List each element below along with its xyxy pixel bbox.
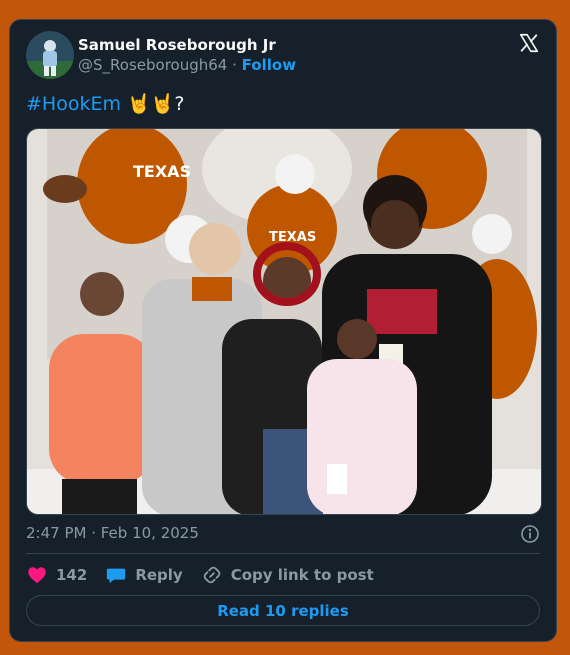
reply-label: Reply [135, 566, 183, 584]
read-replies-button[interactable]: Read 10 replies [26, 595, 540, 626]
link-icon [203, 566, 220, 584]
avatar[interactable] [26, 31, 74, 79]
author-handle[interactable]: @S_Roseborough64 [78, 56, 227, 74]
author-handle-row: @S_Roseborough64 · Follow [78, 56, 296, 74]
x-logo-icon[interactable] [518, 32, 540, 54]
speech-bubble-icon [107, 568, 126, 584]
info-icon[interactable] [520, 524, 540, 544]
timestamp[interactable]: 2:47 PM · Feb 10, 2025 [26, 524, 199, 542]
tweet-text: #HookEm 🤘🤘? [26, 92, 184, 115]
author-name[interactable]: Samuel Roseborough Jr [78, 36, 276, 54]
follow-button[interactable]: Follow [242, 56, 296, 74]
tweet-emoji: 🤘🤘? [127, 93, 185, 115]
heart-icon [28, 567, 46, 584]
like-button[interactable]: 142 [26, 564, 87, 586]
divider [26, 553, 540, 554]
like-count: 142 [56, 566, 88, 584]
tweet-photo[interactable]: TEXAS TEXAS [26, 128, 542, 515]
separator-dot: · [232, 56, 237, 74]
copy-link-label: Copy link to post [230, 566, 374, 584]
reply-button[interactable]: Reply [105, 564, 183, 586]
hashtag-link[interactable]: #HookEm [26, 93, 121, 115]
copy-link-button[interactable]: Copy link to post [201, 564, 374, 586]
action-bar: 142 Reply Copy link to post [26, 564, 374, 586]
tweet-card: Samuel Roseborough Jr @S_Roseborough64 ·… [9, 19, 557, 642]
poster-text: TEXAS [133, 162, 191, 181]
